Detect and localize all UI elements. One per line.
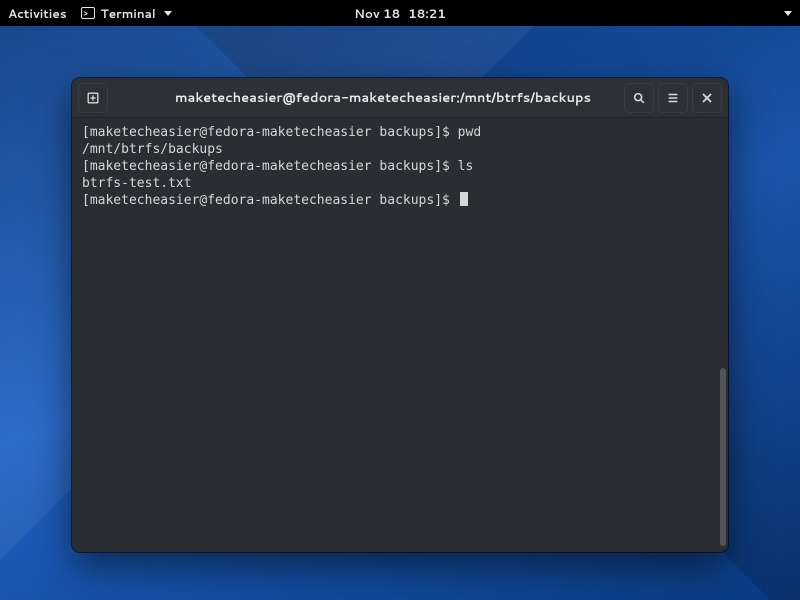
terminal-line: btrfs-test.txt <box>82 175 710 192</box>
window-title: maketecheasier@fedora-maketecheasier:/mn… <box>146 89 620 107</box>
terminal-body: [maketecheasier@fedora-maketecheasier ba… <box>72 118 728 552</box>
terminal-icon: > <box>81 7 95 19</box>
clock[interactable]: Nov 18 18:21 <box>354 5 446 22</box>
terminal-line: /mnt/btrfs/backups <box>82 141 710 158</box>
system-status-area[interactable] <box>746 11 792 16</box>
app-menu-label: Terminal <box>101 5 156 22</box>
terminal-line: [maketecheasier@fedora-maketecheasier ba… <box>82 158 710 175</box>
chevron-down-icon <box>164 11 172 16</box>
scrollbar-thumb[interactable] <box>720 368 726 546</box>
terminal-cursor <box>460 192 468 206</box>
app-menu[interactable]: > Terminal <box>81 5 172 22</box>
titlebar-spacer <box>112 83 142 113</box>
hamburger-menu-button[interactable] <box>658 83 688 113</box>
terminal-output[interactable]: [maketecheasier@fedora-maketecheasier ba… <box>72 118 718 552</box>
terminal-window: maketecheasier@fedora-maketecheasier:/mn… <box>72 78 728 552</box>
search-button[interactable] <box>624 83 654 113</box>
window-titlebar[interactable]: maketecheasier@fedora-maketecheasier:/mn… <box>72 78 728 118</box>
chevron-down-icon <box>784 11 792 16</box>
new-tab-button[interactable] <box>78 83 108 113</box>
gnome-top-bar: Activities > Terminal Nov 18 18:21 <box>0 0 800 26</box>
terminal-line: [maketecheasier@fedora-maketecheasier ba… <box>82 192 710 209</box>
close-button[interactable] <box>692 83 722 113</box>
scrollbar-vertical[interactable] <box>718 118 728 552</box>
clock-date: Nov 18 <box>354 5 400 22</box>
clock-time: 18:21 <box>408 5 446 22</box>
activities-button[interactable]: Activities <box>8 5 67 22</box>
terminal-line: [maketecheasier@fedora-maketecheasier ba… <box>82 124 710 141</box>
